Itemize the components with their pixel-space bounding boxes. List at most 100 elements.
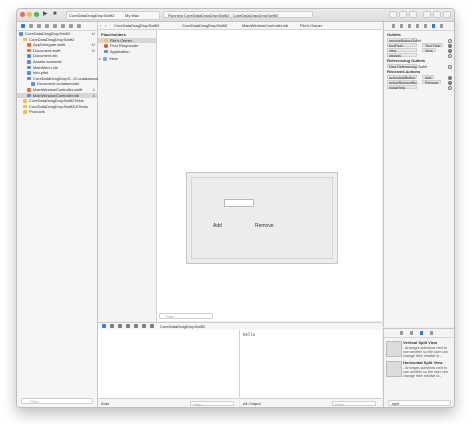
- connection-target[interactable]: Add: [422, 74, 435, 80]
- minimize-window-button[interactable]: [27, 12, 32, 17]
- custom-view-frame[interactable]: Add Remove: [186, 172, 338, 264]
- navigator-item[interactable]: Products: [17, 109, 97, 115]
- find-navigator-icon[interactable]: [37, 24, 41, 28]
- console-output: hello: [243, 332, 256, 337]
- jump-crumb-group[interactable]: CoreDataDragDropSwift2: [182, 22, 227, 29]
- version-editor-icon[interactable]: [409, 11, 417, 18]
- folder-icon: [23, 37, 27, 42]
- quick-help-icon[interactable]: [400, 24, 403, 28]
- connection-row[interactable]: New Referencing Outlet: [384, 63, 454, 69]
- debug-toggle-icon[interactable]: [433, 11, 441, 18]
- disclosure-icon[interactable]: ▸: [99, 56, 101, 61]
- file-template-library-icon[interactable]: [400, 331, 403, 335]
- location-icon[interactable]: [150, 324, 154, 328]
- connection-circle-icon[interactable]: [448, 53, 452, 58]
- back-icon[interactable]: ‹: [100, 22, 101, 29]
- attributes-inspector-icon[interactable]: [416, 24, 419, 28]
- navigator-filter-input[interactable]: Filter: [21, 398, 93, 404]
- utilities-toggle-icon[interactable]: [443, 11, 451, 18]
- scheme-name: CoreDataDragDropSwift2: [69, 13, 115, 18]
- size-inspector-icon[interactable]: [424, 24, 427, 28]
- swift-file-icon: [27, 48, 31, 53]
- project-navigator-icon[interactable]: [21, 24, 25, 28]
- issue-navigator-icon[interactable]: [45, 24, 49, 28]
- outline-filter-input[interactable]: Filter: [159, 313, 213, 319]
- step-in-icon[interactable]: [126, 324, 130, 328]
- connection-name: actionAddButton: [387, 74, 417, 80]
- remove-button[interactable]: Remove: [255, 223, 274, 230]
- connection-row[interactable]: showHelp:: [384, 84, 454, 90]
- file-icon: [27, 76, 31, 81]
- view-debugger-icon[interactable]: [142, 324, 146, 328]
- outline-item-application[interactable]: Application: [98, 49, 156, 55]
- console-view[interactable]: hello: [240, 330, 382, 398]
- scheme-selector[interactable]: CoreDataDragDropSwift2 My Mac: [66, 11, 160, 20]
- library-item-horizontal-split-view[interactable]: Horizontal Split View - Arranges subview…: [384, 360, 454, 380]
- interface-builder-canvas[interactable]: Add Remove Filter: [157, 30, 382, 321]
- outline-item-view[interactable]: ▸ View: [98, 56, 156, 62]
- connections-inspector-icon[interactable]: [432, 24, 435, 28]
- breakpoint-navigator-icon[interactable]: [69, 24, 73, 28]
- connection-name: window: [387, 52, 417, 58]
- symbol-navigator-icon[interactable]: [29, 24, 33, 28]
- report-navigator-icon[interactable]: [77, 24, 81, 28]
- application-icon: [104, 49, 108, 54]
- jump-crumb-file[interactable]: MainWindowController.xib: [242, 22, 288, 29]
- bindings-inspector-icon[interactable]: [440, 24, 443, 28]
- navigator-toggle-icon[interactable]: [423, 11, 431, 18]
- media-library-icon[interactable]: [430, 331, 433, 335]
- library-filter-input[interactable]: split: [388, 400, 451, 406]
- connection-name: New Referencing Outlet: [387, 63, 428, 69]
- debug-navigator-icon[interactable]: [61, 24, 65, 28]
- forward-icon[interactable]: ›: [105, 22, 106, 29]
- connection-name: actionRemoveBu...: [387, 79, 420, 85]
- variables-view: [98, 330, 240, 398]
- identity-inspector-icon[interactable]: [408, 24, 411, 28]
- folder-icon: [23, 104, 27, 109]
- add-button[interactable]: Add: [213, 223, 222, 230]
- console-filter-input[interactable]: Filter: [332, 401, 376, 407]
- file-inspector-icon[interactable]: [392, 24, 395, 28]
- pause-icon[interactable]: [110, 324, 114, 328]
- document-outline: Placeholders File's Owner First Responde…: [98, 30, 157, 321]
- zoom-window-button[interactable]: [34, 12, 39, 17]
- close-window-button[interactable]: [20, 12, 25, 17]
- connection-name: view: [387, 47, 417, 53]
- variables-footer: Auto Filter: [98, 398, 239, 407]
- connection-circle-icon[interactable]: [448, 85, 452, 90]
- swift-file-icon: [27, 87, 31, 92]
- breakpoints-toggle-icon[interactable]: [102, 324, 106, 328]
- navigator-item-label: Products: [29, 109, 45, 115]
- jump-crumb-object[interactable]: File's Owner: [300, 22, 322, 29]
- connection-target[interactable]: Text Field: [422, 42, 444, 48]
- step-over-icon[interactable]: [118, 324, 122, 328]
- connection-circle-icon[interactable]: [448, 64, 452, 69]
- code-snippet-library-icon[interactable]: [410, 331, 413, 335]
- auto-selector[interactable]: Auto: [101, 399, 109, 407]
- jump-bar: ‹ › CoreDataDragDropSwift2 CoreDataDragD…: [98, 22, 382, 30]
- standard-editor-icon[interactable]: [389, 11, 397, 18]
- output-selector[interactable]: All Output: [243, 399, 261, 407]
- jump-crumb-project[interactable]: CoreDataDragDropSwift2: [114, 22, 159, 29]
- variables-filter-input[interactable]: Filter: [190, 401, 234, 407]
- stop-icon[interactable]: ■: [53, 11, 57, 18]
- library-item-desc: - Arranges subviews next to one another …: [403, 365, 448, 378]
- library-item-desc: - Arranges subviews next to one another …: [403, 345, 448, 358]
- text-field[interactable]: [224, 199, 254, 207]
- connection-name: removeButtonOutlet: [387, 37, 421, 43]
- run-icon[interactable]: ▶: [43, 11, 48, 18]
- assistant-editor-icon[interactable]: [399, 11, 407, 18]
- project-navigator: CoreDataDragDropSwift2 M CoreDataDragDropS…: [17, 22, 103, 407]
- object-library-icon[interactable]: [420, 331, 423, 335]
- navigator-filter-text: Filter: [30, 399, 39, 404]
- connection-row[interactable]: window: [384, 52, 454, 58]
- outline-item-label: View: [109, 56, 118, 62]
- connection-target[interactable]: View: [422, 47, 436, 53]
- xcode-window: ▶ ■ CoreDataDragDropSwift2 My Mac Runnin…: [16, 8, 455, 408]
- outline-filter-text: Filter: [166, 314, 175, 319]
- test-navigator-icon[interactable]: [53, 24, 57, 28]
- library-item-title: Vertical Split View: [403, 340, 438, 345]
- connection-target[interactable]: Remove: [422, 79, 442, 85]
- library-item-vertical-split-view[interactable]: Vertical Split View - Arranges subviews …: [384, 340, 454, 360]
- step-out-icon[interactable]: [134, 324, 138, 328]
